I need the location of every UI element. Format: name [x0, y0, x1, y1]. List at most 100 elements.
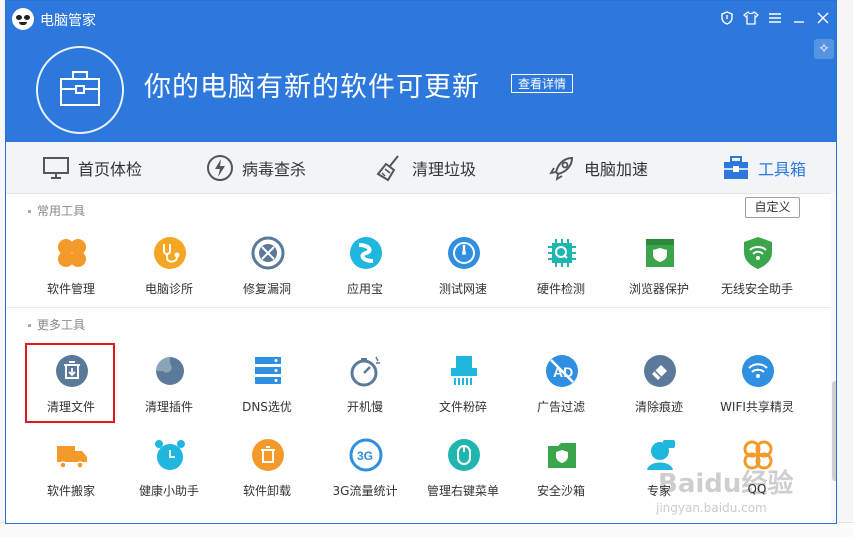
nav-virus-scan[interactable]: 病毒查杀: [206, 142, 306, 193]
stopwatch-icon: [350, 356, 380, 387]
stethoscope-icon: [154, 237, 186, 269]
tool-speed-test[interactable]: 测试网速: [415, 236, 511, 316]
tool-software-manager[interactable]: 软件管理: [23, 236, 119, 316]
tool-label: DNS选优: [242, 400, 292, 414]
tool-label: 广告过滤: [536, 400, 585, 414]
tool-label: 3G流量统计: [332, 484, 398, 498]
tool-wifi-share[interactable]: WIFI共享精灵: [709, 354, 805, 434]
tool-label: 开机慢: [346, 400, 383, 414]
patch-icon: [251, 236, 285, 270]
minimize-icon[interactable]: [790, 11, 808, 29]
tool-label: 文件粉碎: [438, 400, 487, 414]
vertical-scrollbar[interactable]: [831, 193, 836, 523]
tool-label: 软件搬家: [46, 484, 95, 498]
tool-sandbox[interactable]: 安全沙箱: [513, 438, 609, 518]
tool-context-menu[interactable]: 管理右键菜单: [415, 438, 511, 518]
app-logo-icon: [12, 8, 34, 30]
backdrop-bottom: [0, 522, 853, 537]
close-icon[interactable]: [814, 11, 832, 29]
wifi-shield-icon: [744, 237, 772, 269]
tool-app-store[interactable]: 应用宝: [317, 236, 413, 316]
puzzle-icon: [156, 357, 184, 385]
title-bar: 电脑管家: [6, 1, 836, 37]
baidu-watermark: Baidu经验: [658, 469, 794, 499]
tool-wifi-security[interactable]: 无线安全助手: [709, 236, 805, 316]
svg-text:3G: 3G: [357, 449, 373, 463]
uninstall-icon: [252, 439, 284, 471]
sparkle-icon[interactable]: ✧: [814, 39, 834, 59]
tool-3g-traffic[interactable]: 3G 3G流量统计: [317, 438, 413, 518]
tool-clean-plugins[interactable]: 清理插件: [121, 354, 217, 434]
nav-label: 清理垃圾: [412, 159, 477, 179]
section-divider: [6, 307, 836, 308]
ad-block-icon: AD: [546, 355, 578, 387]
shield-icon: [646, 239, 674, 267]
nav-clean-junk[interactable]: 清理垃圾: [376, 142, 476, 193]
monitor-icon: [42, 154, 70, 182]
broom-icon: [376, 154, 404, 182]
truck-icon: [57, 446, 87, 469]
tool-dns-optimize[interactable]: DNS选优: [219, 354, 315, 434]
eraser-icon: [644, 355, 676, 387]
section-more-tools: 更多工具: [28, 316, 85, 333]
app-store-icon: [350, 237, 382, 269]
nav-label: 首页体检: [78, 159, 143, 179]
tool-health-assistant[interactable]: 健康小助手: [121, 438, 217, 518]
app-title: 电脑管家: [40, 13, 96, 29]
lightning-icon: [206, 154, 234, 182]
tool-clear-traces[interactable]: 清除痕迹: [611, 354, 707, 434]
shredder-icon: [451, 356, 477, 385]
tool-label: 浏览器保护: [628, 282, 689, 296]
server-icon: [255, 357, 281, 384]
toolbox-hero-icon: [36, 46, 124, 134]
tool-slow-boot[interactable]: 开机慢: [317, 354, 413, 434]
sandbox-icon: [548, 443, 576, 468]
tool-label: 清除痕迹: [634, 400, 683, 414]
tool-label: 电脑诊所: [144, 282, 193, 296]
customize-button[interactable]: 自定义: [745, 197, 800, 218]
tool-pc-clinic[interactable]: 电脑诊所: [121, 236, 217, 316]
menu-icon[interactable]: [766, 11, 784, 29]
section-common-tools: 常用工具: [28, 202, 85, 219]
mouse-icon: [448, 439, 480, 471]
nav-speed-up[interactable]: 电脑加速: [548, 142, 648, 193]
nav-label: 工具箱: [758, 159, 807, 179]
tool-label: 管理右键菜单: [426, 484, 499, 498]
3g-icon: 3G: [349, 438, 383, 472]
update-message: 你的电脑有新的软件可更新: [144, 72, 480, 103]
tool-label: 清理插件: [144, 400, 193, 414]
nav-toolbox[interactable]: 工具箱: [722, 142, 806, 193]
title-bar-controls: [718, 11, 832, 29]
alarm-clock-icon: [155, 440, 185, 470]
backdrop-right: [836, 0, 853, 537]
tool-ad-filter[interactable]: AD 广告过滤: [513, 354, 609, 434]
tool-fix-vulnerability[interactable]: 修复漏洞: [219, 236, 315, 316]
clover-icon: [58, 239, 86, 267]
tool-label: 健康小助手: [138, 484, 199, 498]
tencent-pc-manager-window: 电脑管家 ✧ 你的电脑有新的软件可更新 查看详情 首页体检 病毒查杀 清理垃圾 …: [5, 0, 837, 524]
security-shield-icon[interactable]: [718, 11, 736, 29]
view-details-button[interactable]: 查看详情: [511, 74, 574, 93]
tool-label: 硬件检测: [536, 282, 585, 296]
main-nav: 首页体检 病毒查杀 清理垃圾 电脑加速 工具箱: [6, 142, 836, 194]
tool-label: 应用宝: [346, 282, 383, 296]
skin-tshirt-icon[interactable]: [742, 11, 760, 29]
tool-browser-protect[interactable]: 浏览器保护: [611, 236, 707, 316]
toolbox-icon: [722, 154, 750, 182]
tool-label: 无线安全助手: [720, 282, 793, 296]
header-banner: 电脑管家 ✧ 你的电脑有新的软件可更新 查看详情: [6, 1, 836, 142]
tool-hardware-check[interactable]: 硬件检测: [513, 236, 609, 316]
speedometer-icon: [448, 237, 480, 269]
tool-label: 软件管理: [46, 282, 95, 296]
tool-label: 软件卸载: [242, 484, 291, 498]
tool-file-shredder[interactable]: 文件粉碎: [415, 354, 511, 434]
scroll-thumb[interactable]: [832, 381, 836, 481]
rocket-icon: [548, 154, 576, 182]
tool-label: 测试网速: [438, 282, 487, 296]
watermark-url: jingyan.baidu.com: [656, 501, 767, 515]
wifi-icon: [742, 355, 774, 387]
nav-home-checkup[interactable]: 首页体检: [42, 142, 142, 193]
tool-software-move[interactable]: 软件搬家: [23, 438, 119, 518]
tool-software-uninstall[interactable]: 软件卸载: [219, 438, 315, 518]
nav-label: 电脑加速: [584, 159, 649, 179]
